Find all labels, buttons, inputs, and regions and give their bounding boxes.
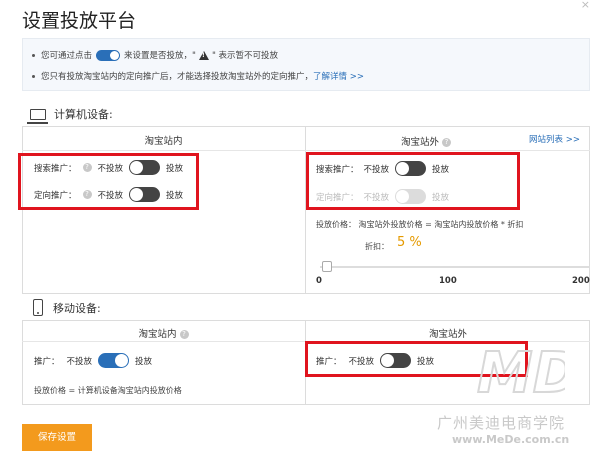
on-label: 投放 xyxy=(135,356,153,367)
notice-box: 您可通过点击 来设置是否投放，" " 表示暂不可投放 您只有投放淘宝站内的定向推… xyxy=(22,38,590,91)
header-divider xyxy=(22,150,590,151)
bullet-icon xyxy=(32,74,35,78)
row-label: 推广： xyxy=(34,356,60,367)
highlight-box xyxy=(18,153,199,210)
highlight-box xyxy=(306,152,520,210)
watermark-text: 广州美迪电商学院 xyxy=(437,414,566,432)
laptop-icon xyxy=(27,108,48,124)
notice-line-2: 您只有投放淘宝站内的定向推广后，才能选择投放淘宝站外的定向推广， 了解详情 >> xyxy=(32,70,364,82)
slider-tick-max: 200 xyxy=(572,276,590,286)
notice-text: 您可通过点击 xyxy=(41,51,93,61)
discount-label: 折扣： xyxy=(365,242,389,251)
notice-text: 来设置是否投放，" xyxy=(124,51,196,61)
col-out-label: 淘宝站外 xyxy=(428,329,467,340)
bullet-icon xyxy=(32,53,35,57)
save-button[interactable]: 保存设置 xyxy=(22,424,92,451)
computer-section-heading: 计算机设备: xyxy=(27,106,113,124)
discount-slider-track[interactable] xyxy=(320,266,590,268)
mobile-section-heading: 移动设备: xyxy=(33,299,101,316)
watermark-url: www.MeDe.com.cn xyxy=(452,433,570,446)
computer-heading-label: 计算机设备: xyxy=(54,108,113,121)
mobile-col-in-header: 淘宝站内? xyxy=(22,326,305,340)
discount-slider-handle[interactable] xyxy=(321,261,332,272)
col-in-label: 淘宝站内 xyxy=(144,136,183,147)
computer-col-out-header: 淘宝站外? xyxy=(306,134,546,148)
page-title: 设置投放平台 xyxy=(22,10,137,32)
mobile-promo-in-row: 推广： 不投放 投放 xyxy=(34,353,152,368)
learn-more-link[interactable]: 了解详情 >> xyxy=(313,70,364,82)
notice-line-1: 您可通过点击 来设置是否投放，" " 表示暂不可投放 xyxy=(32,49,278,61)
mobile-heading-label: 移动设备: xyxy=(53,301,101,315)
notice-text: 您只有投放淘宝站内的定向推广后，才能选择投放淘宝站外的定向推广， xyxy=(41,72,314,82)
off-label: 不投放 xyxy=(66,356,93,367)
watermark-logo-text: MD xyxy=(477,341,565,400)
warning-icon xyxy=(198,50,209,60)
watermark-logo: MD xyxy=(476,340,565,400)
computer-col-in-header: 淘宝站内 xyxy=(22,133,305,147)
discount-value: 5 % xyxy=(397,235,422,250)
toggle-example-icon xyxy=(96,49,121,61)
computer-price-formula: 投放价格： 淘宝站外投放价格 = 淘宝站内投放价格 * 折扣 xyxy=(316,220,524,229)
col-in-label: 淘宝站内 xyxy=(138,329,177,340)
mobile-price-formula: 投放价格 = 计算机设备淘宝站内投放价格 xyxy=(34,386,182,395)
col-out-label: 淘宝站外 xyxy=(400,137,439,148)
help-icon[interactable]: ? xyxy=(442,138,451,147)
site-list-link[interactable]: 网站列表 >> xyxy=(529,133,580,145)
help-icon[interactable]: ? xyxy=(179,330,189,339)
notice-text: " 表示暂不可投放 xyxy=(211,51,279,61)
phone-icon xyxy=(33,299,43,316)
slider-tick-mid: 100 xyxy=(439,276,457,286)
mobile-promo-in-toggle[interactable] xyxy=(98,353,130,368)
slider-tick-min: 0 xyxy=(316,276,322,286)
mobile-col-out-header: 淘宝站外 xyxy=(306,326,590,340)
close-icon[interactable]: × xyxy=(581,0,590,11)
